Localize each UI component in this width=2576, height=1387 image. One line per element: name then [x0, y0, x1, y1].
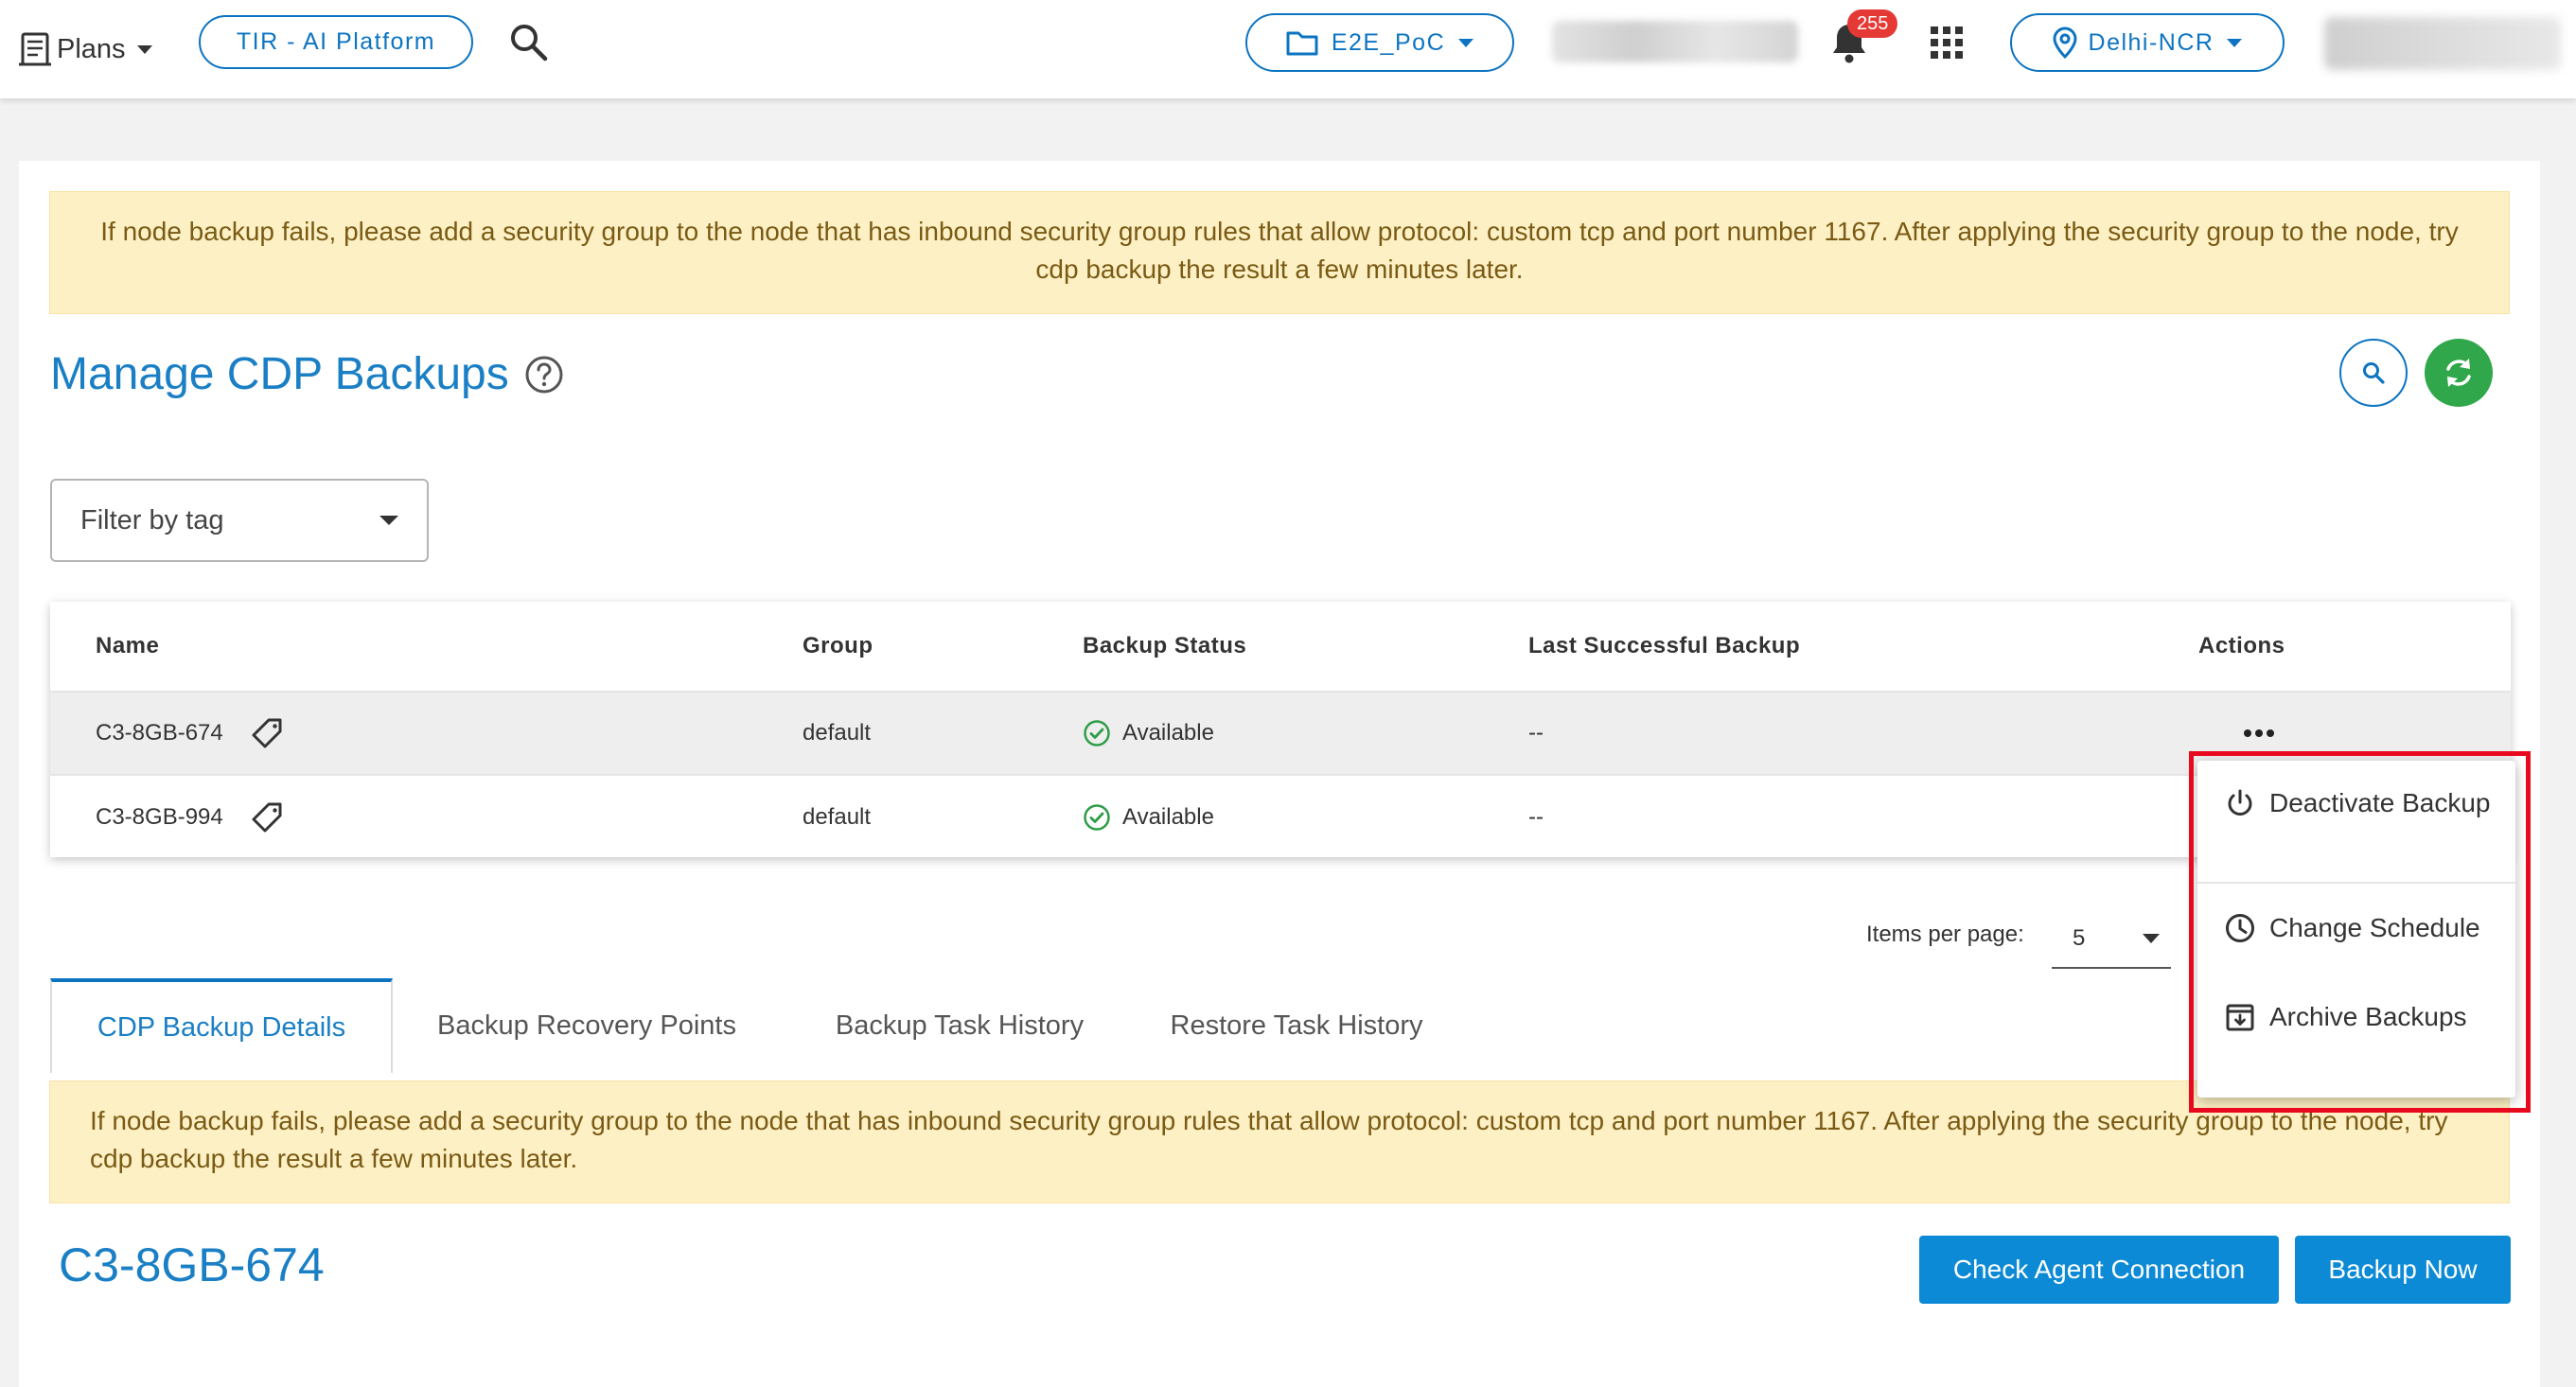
tab-backup-recovery-points[interactable]: Backup Recovery Points [421, 980, 752, 1071]
search-icon[interactable] [507, 21, 551, 64]
project-selector[interactable]: E2E_PoC [1245, 13, 1514, 72]
row-name-cell: C3-8GB-994 [96, 776, 286, 859]
plans-icon [17, 30, 53, 68]
security-group-alert: If node backup fails, please add a secur… [49, 191, 2510, 314]
row-last-backup: -- [1528, 720, 1544, 746]
page-title: Manage CDP Backups [50, 349, 509, 399]
tab-backup-task-history[interactable]: Backup Task History [808, 980, 1111, 1071]
region-selector[interactable]: Delhi-NCR [2010, 13, 2285, 72]
folder-icon [1286, 29, 1332, 56]
tir-platform-button[interactable]: TIR - AI Platform [199, 15, 473, 69]
column-header-name[interactable]: Name [96, 602, 159, 691]
chevron-down-icon [2227, 38, 2243, 47]
security-group-alert-details: If node backup fails, please add a secur… [49, 1080, 2510, 1203]
items-per-page-value: 5 [2073, 925, 2086, 951]
table-row[interactable]: C3-8GB-674 default Available -- [50, 693, 2511, 776]
items-per-page-label: Items per page: [1866, 922, 2024, 947]
plans-label: Plans [57, 33, 126, 64]
redacted-account-info [1552, 21, 1798, 62]
row-status-cell: Available [1083, 693, 1214, 774]
location-pin-icon [2053, 26, 2089, 59]
help-icon[interactable] [524, 355, 564, 395]
tag-icon[interactable] [250, 799, 286, 835]
row-group: default [803, 720, 872, 746]
chevron-down-icon [2143, 934, 2160, 943]
alert-message: If node backup fails, please add a secur… [90, 1106, 2448, 1173]
apps-grid-icon[interactable] [1931, 26, 1963, 59]
column-header-actions: Actions [2198, 633, 2285, 658]
column-header-backup-status[interactable]: Backup Status [1083, 602, 1246, 691]
column-header-last-successful-backup[interactable]: Last Successful Backup [1528, 602, 1800, 691]
row-last-backup: -- [1528, 804, 1544, 830]
filter-by-tag-select[interactable]: Filter by tag [50, 479, 429, 562]
row-group: default [803, 804, 872, 830]
button-label: Backup Now [2328, 1255, 2478, 1284]
column-header-group[interactable]: Group [803, 602, 873, 691]
top-header: Plans TIR - AI Platform E2E_PoC 255 Delh… [0, 0, 2576, 98]
row-name-cell: C3-8GB-674 [96, 693, 286, 774]
items-per-page-select[interactable]: 5 [2052, 910, 2171, 969]
tag-icon[interactable] [250, 715, 286, 751]
page-title-row: Manage CDP Backups [50, 348, 564, 400]
tab-label: Restore Task History [1170, 1010, 1423, 1041]
chevron-down-icon [379, 516, 398, 525]
row-name: C3-8GB-994 [96, 804, 223, 830]
project-label: E2E_PoC [1331, 28, 1446, 56]
button-label: Check Agent Connection [1952, 1255, 2246, 1284]
check-agent-connection-button[interactable]: Check Agent Connection [1919, 1236, 2279, 1304]
filter-placeholder: Filter by tag [80, 504, 224, 535]
redacted-user-profile[interactable] [2324, 17, 2561, 70]
cdp-backups-table: Name Group Backup Status Last Successful… [50, 602, 2511, 857]
region-label: Delhi-NCR [2088, 28, 2214, 56]
alert-message: If node backup fails, please add a secur… [100, 217, 2459, 284]
refresh-button[interactable] [2425, 339, 2493, 407]
chevron-down-icon [136, 44, 152, 54]
table-row[interactable]: C3-8GB-994 default Available -- [50, 776, 2511, 859]
check-circle-icon [1084, 804, 1110, 831]
tab-label: CDP Backup Details [97, 1011, 346, 1043]
tir-platform-label: TIR - AI Platform [236, 28, 436, 55]
table-header-row: Name Group Backup Status Last Successful… [50, 602, 2511, 693]
plans-menu[interactable]: Plans [17, 23, 152, 76]
tab-restore-task-history[interactable]: Restore Task History [1150, 980, 1443, 1071]
tab-label: Backup Recovery Points [437, 1010, 736, 1041]
row-name: C3-8GB-674 [96, 720, 223, 746]
row-status: Available [1122, 804, 1214, 830]
selected-node-title: C3-8GB-674 [59, 1238, 325, 1291]
row-status: Available [1122, 720, 1214, 746]
tab-label: Backup Task History [835, 1010, 1085, 1041]
tab-cdp-backup-details[interactable]: CDP Backup Details [50, 978, 393, 1073]
refresh-icon [2441, 355, 2477, 391]
chevron-down-icon [1458, 38, 1474, 47]
backup-now-button[interactable]: Backup Now [2295, 1236, 2511, 1304]
search-icon [2361, 360, 2386, 385]
search-backups-button[interactable] [2339, 339, 2408, 407]
row-status-cell: Available [1083, 776, 1214, 859]
annotation-highlight-box [2189, 751, 2531, 1113]
notification-badge: 255 [1847, 9, 1898, 38]
check-circle-icon [1084, 720, 1110, 746]
